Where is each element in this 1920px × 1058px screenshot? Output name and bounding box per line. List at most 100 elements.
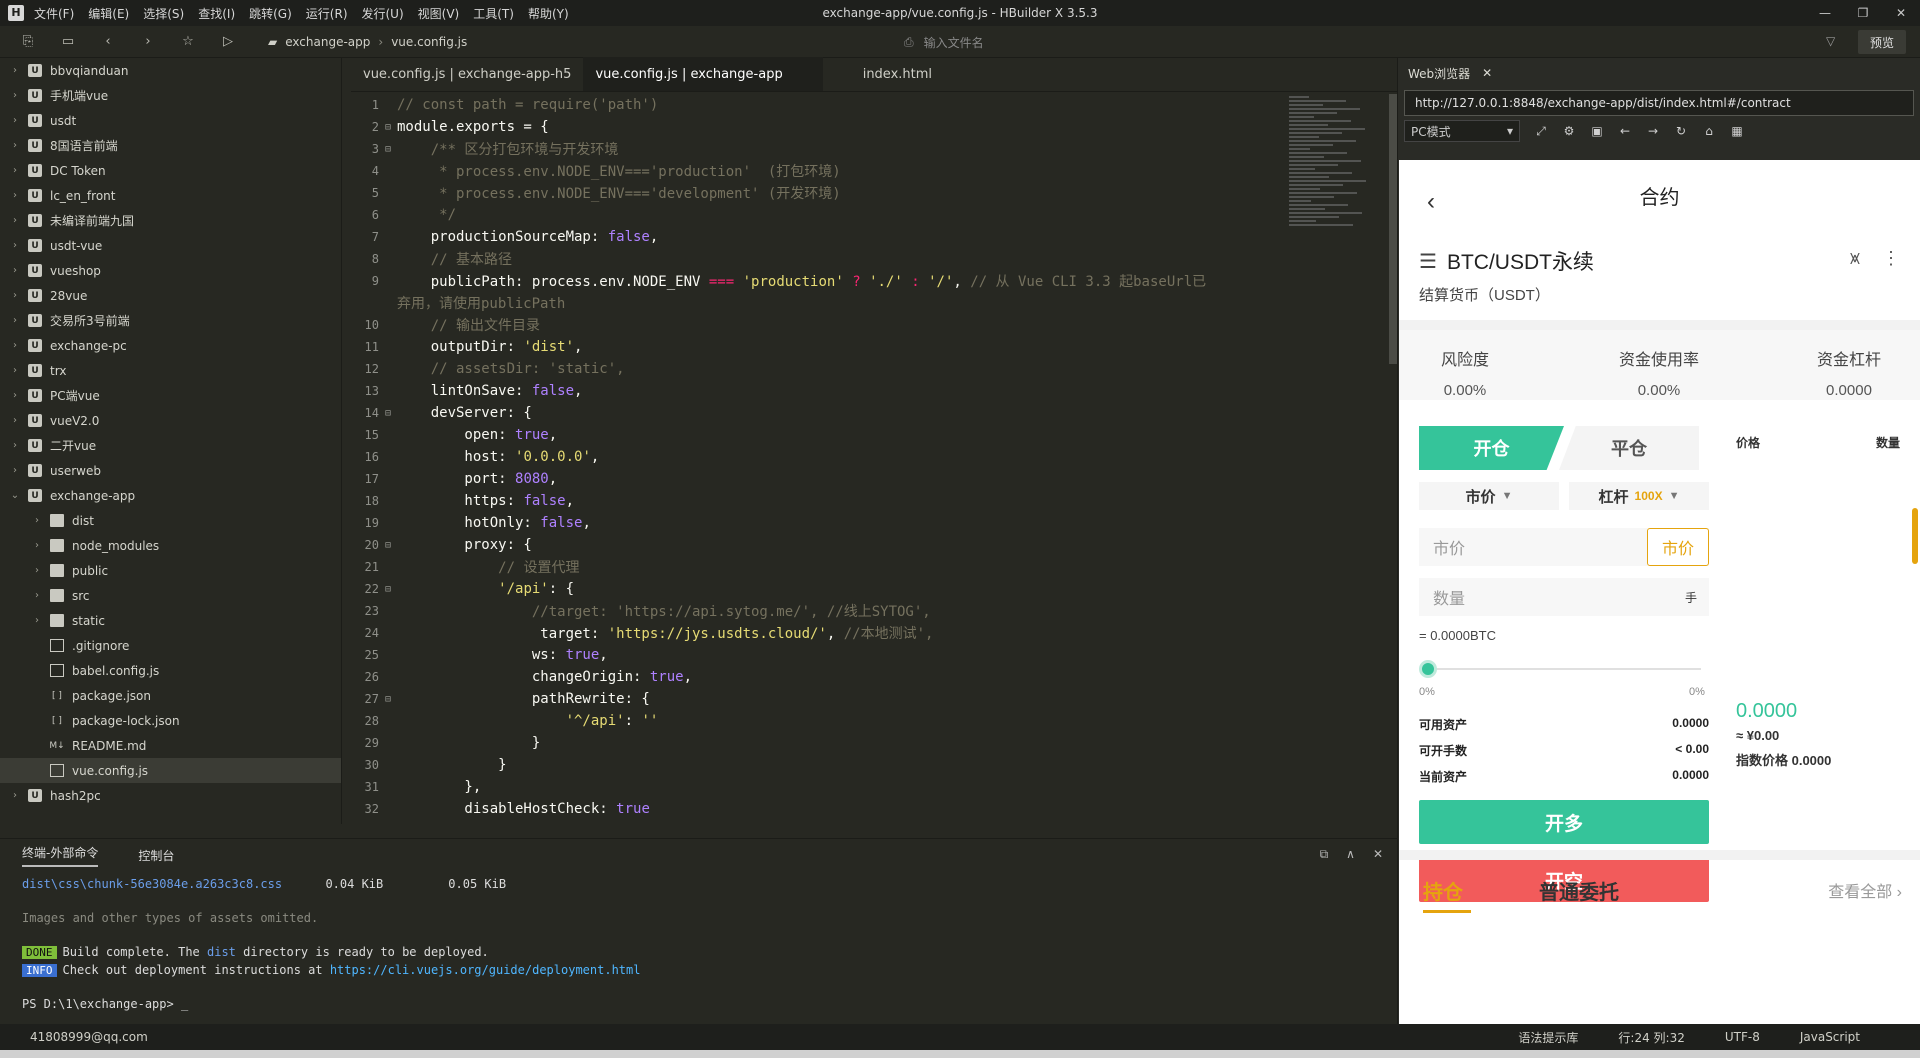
browser-mode-select[interactable]: PC模式 ▾: [1404, 120, 1520, 142]
tree-item[interactable]: babel.config.js: [0, 658, 341, 683]
tree-item[interactable]: › Ubbvqianduan: [0, 58, 341, 83]
star-icon[interactable]: ☆: [176, 30, 200, 54]
new-file-icon[interactable]: ⎘: [16, 30, 40, 54]
code-line[interactable]: 20 ⊟ proxy: {: [351, 534, 1291, 556]
file-encoding[interactable]: UTF-8: [1725, 1030, 1760, 1044]
file-language[interactable]: JavaScript: [1800, 1030, 1860, 1044]
chevron-icon[interactable]: ›: [8, 190, 22, 201]
code-line[interactable]: 6 */: [351, 204, 1291, 226]
refresh-icon[interactable]: ↻: [1674, 124, 1688, 138]
code-line[interactable]: 28 '^/api': '': [351, 710, 1291, 732]
code-area[interactable]: 1// const path = require('path') 2 ⊟ module…: [351, 94, 1291, 820]
code-line[interactable]: 30 }: [351, 754, 1291, 776]
fold-icon[interactable]: ⊟: [379, 694, 397, 705]
open-long-button[interactable]: 开多: [1419, 800, 1709, 844]
restore-icon[interactable]: ❐: [1844, 0, 1882, 26]
pair-name[interactable]: BTC/USDT永续: [1447, 246, 1594, 276]
tab-console[interactable]: 控制台: [138, 847, 174, 864]
breadcrumb-project[interactable]: exchange-app: [285, 35, 370, 49]
chevron-icon[interactable]: ›: [8, 440, 22, 451]
code-line[interactable]: 12 // assetsDir: 'static',: [351, 358, 1291, 380]
cursor-position[interactable]: 行:24 列:32: [1618, 1029, 1684, 1046]
menu-item[interactable]: 帮助(Y): [528, 5, 569, 22]
code-line[interactable]: 5 * process.env.NODE_ENV==='development'…: [351, 182, 1291, 204]
menu-item[interactable]: 文件(F): [34, 5, 74, 22]
chevron-icon[interactable]: ›: [8, 390, 22, 401]
code-line[interactable]: 8 // 基本路径: [351, 248, 1291, 270]
code-line[interactable]: 17 port: 8080,: [351, 468, 1291, 490]
minimize-icon[interactable]: —: [1806, 0, 1844, 26]
code-line[interactable]: 16 host: '0.0.0.0',: [351, 446, 1291, 468]
code-line[interactable]: 27 ⊟ pathRewrite: {: [351, 688, 1291, 710]
chevron-icon[interactable]: ⌄: [8, 490, 22, 501]
chevron-icon[interactable]: ›: [8, 140, 22, 151]
settings-icon[interactable]: ⚙: [1562, 124, 1576, 138]
tree-item[interactable]: › U 二开vue: [0, 433, 341, 458]
maximize-panel-icon[interactable]: ∧: [1346, 847, 1355, 862]
order-type-select[interactable]: 市价 ▼: [1419, 482, 1559, 510]
tree-item[interactable]: › UvueV2.0: [0, 408, 341, 433]
tree-item[interactable]: › node_modules: [0, 533, 341, 558]
code-line[interactable]: 10 // 输出文件目录: [351, 314, 1291, 336]
tree-item[interactable]: › U 28vue: [0, 283, 341, 308]
price-mode-button[interactable]: 市价: [1647, 528, 1709, 566]
browser-tab-close-icon[interactable]: ✕: [1482, 66, 1492, 80]
chevron-icon[interactable]: ›: [8, 465, 22, 476]
code-line[interactable]: 32 disableHostCheck: true: [351, 798, 1291, 820]
view-all-link[interactable]: 查看全部 ›: [1828, 878, 1902, 902]
run-icon[interactable]: ▷: [216, 30, 240, 54]
tree-item[interactable]: › U 交易所3号前端: [0, 308, 341, 333]
tree-item[interactable]: › Uuserweb: [0, 458, 341, 483]
code-line[interactable]: 22 ⊟ '/api': {: [351, 578, 1291, 600]
code-line[interactable]: 7 productionSourceMap: false,: [351, 226, 1291, 248]
editor-tab[interactable]: index.html: [823, 57, 944, 91]
lock-icon[interactable]: ⌂: [1702, 124, 1716, 138]
menu-item[interactable]: 工具(T): [473, 5, 514, 22]
chevron-icon[interactable]: ›: [30, 565, 44, 576]
browser-tab-label[interactable]: Web浏览器: [1408, 65, 1470, 82]
breadcrumb-file[interactable]: vue.config.js: [391, 35, 467, 49]
console-icon[interactable]: ▣: [1590, 124, 1604, 138]
tree-item[interactable]: › src: [0, 583, 341, 608]
browser-tab[interactable]: Web浏览器 ✕: [1398, 58, 1920, 88]
orderbook-scrollbar[interactable]: [1912, 508, 1918, 564]
fold-icon[interactable]: ⊟: [379, 540, 397, 551]
chevron-icon[interactable]: ›: [30, 615, 44, 626]
chevron-icon[interactable]: ›: [8, 240, 22, 251]
tree-item[interactable]: › U 8国语言前端: [0, 133, 341, 158]
tree-item[interactable]: › static: [0, 608, 341, 633]
terminal-output[interactable]: dist\css\chunk-56e3084e.a263c3c8.css 0.0…: [0, 875, 1397, 1013]
tree-item[interactable]: › U 未编译前端九国: [0, 208, 341, 233]
close-icon[interactable]: ✕: [1882, 0, 1920, 26]
chevron-icon[interactable]: ›: [8, 790, 22, 801]
code-line[interactable]: 24 target: 'https://jys.usdts.cloud/', /…: [351, 622, 1291, 644]
fold-icon[interactable]: ⊟: [379, 584, 397, 595]
open-position-tab[interactable]: 开仓: [1419, 426, 1564, 470]
code-line[interactable]: 29 }: [351, 732, 1291, 754]
tree-item[interactable]: [ ] package.json: [0, 683, 341, 708]
tree-item[interactable]: › Uusdt-vue: [0, 233, 341, 258]
syntax-hint[interactable]: 语法提示库: [1518, 1029, 1578, 1046]
tree-item[interactable]: [ ] package-lock.json: [0, 708, 341, 733]
chevron-icon[interactable]: ›: [8, 65, 22, 76]
code-line[interactable]: 14 ⊟ devServer: {: [351, 402, 1291, 424]
close-position-tab[interactable]: 平仓: [1559, 426, 1699, 470]
mobile-back-icon[interactable]: ‹: [1427, 188, 1435, 216]
tree-item[interactable]: › U PC端vue: [0, 383, 341, 408]
amount-slider-handle[interactable]: [1419, 660, 1437, 678]
file-search[interactable]: ⎙ 输入文件名: [904, 30, 1804, 54]
chevron-icon[interactable]: ›: [8, 165, 22, 176]
tree-item[interactable]: › Uusdt: [0, 108, 341, 133]
list-icon[interactable]: ☰: [1419, 249, 1437, 274]
fold-icon[interactable]: ⊟: [379, 144, 397, 155]
more-icon[interactable]: ⋮: [1882, 248, 1900, 269]
editor-tab[interactable]: vue.config.js | exchange-app: [583, 57, 823, 91]
code-line[interactable]: 18 https: false,: [351, 490, 1291, 512]
tree-item[interactable]: .gitignore: [0, 633, 341, 658]
tab-orders[interactable]: 普通委托: [1539, 876, 1619, 905]
tree-item[interactable]: › U DC Token: [0, 158, 341, 183]
leverage-select[interactable]: 杠杆 100X ▼: [1569, 482, 1709, 510]
tree-item[interactable]: › Uexchange-pc: [0, 333, 341, 358]
code-line[interactable]: 26 changeOrigin: true,: [351, 666, 1291, 688]
kline-icon[interactable]: ⩙: [1850, 248, 1860, 269]
